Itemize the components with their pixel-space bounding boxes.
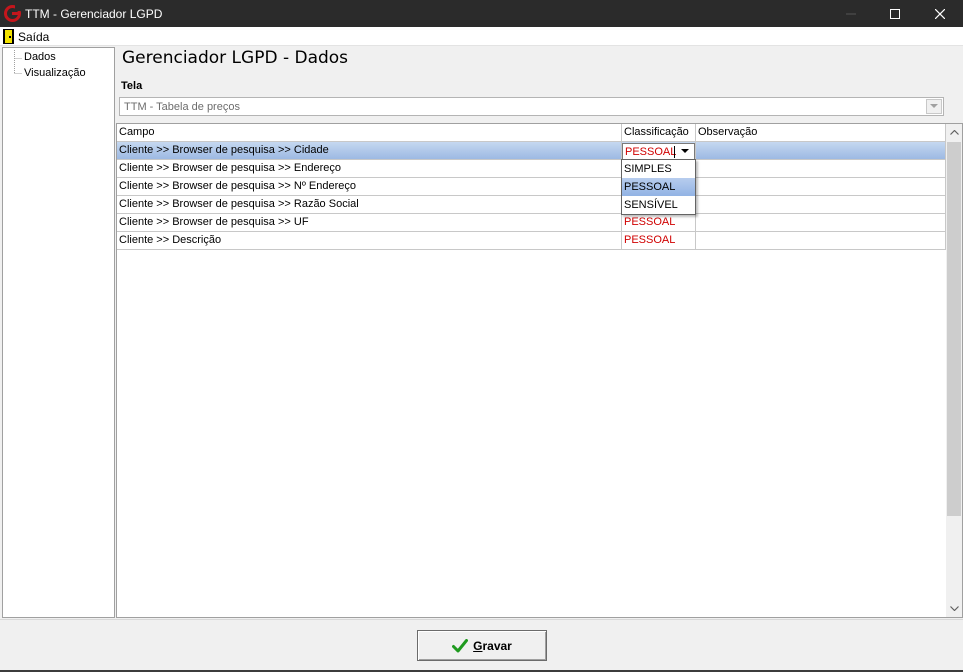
chevron-down-icon bbox=[930, 104, 938, 108]
menu-exit-label: Saída bbox=[18, 29, 50, 44]
cell-observacao[interactable] bbox=[696, 160, 946, 177]
app-logo-icon bbox=[4, 5, 21, 22]
minimize-icon bbox=[846, 13, 856, 14]
window-title: TTM - Gerenciador LGPD bbox=[25, 7, 163, 21]
cell-observacao[interactable] bbox=[696, 178, 946, 195]
cell-campo[interactable]: Cliente >> Descrição bbox=[117, 232, 622, 249]
page-title: Gerenciador LGPD - Dados bbox=[122, 48, 349, 68]
cell-campo[interactable]: Cliente >> Browser de pesquisa >> Razão … bbox=[117, 196, 622, 213]
screen-select[interactable]: TTM - Tabela de preços bbox=[119, 97, 944, 116]
maximize-icon bbox=[890, 8, 900, 19]
green-check-icon bbox=[452, 638, 469, 652]
table-row[interactable]: Cliente >> Descrição PESSOAL bbox=[117, 232, 946, 250]
fields-grid[interactable]: Campo Classificação Observação Cliente >… bbox=[116, 123, 963, 618]
scroll-up-button[interactable] bbox=[946, 124, 962, 141]
cell-classificacao[interactable]: PESSOAL bbox=[622, 232, 696, 249]
dropdown-option-simples[interactable]: SIMPLES bbox=[622, 160, 695, 178]
text-caret bbox=[674, 146, 675, 158]
table-row[interactable]: Cliente >> Browser de pesquisa >> Razão … bbox=[117, 196, 946, 214]
close-button[interactable] bbox=[918, 0, 962, 27]
save-button-label: Gravar bbox=[473, 638, 512, 653]
tree-connector-lines bbox=[14, 50, 22, 74]
footer-bar: Gravar bbox=[0, 619, 963, 672]
sidebar-tree: Dados Visualização bbox=[2, 47, 115, 618]
table-row[interactable]: Cliente >> Browser de pesquisa >> Cidade bbox=[117, 142, 946, 160]
menu-exit[interactable]: Saída bbox=[3, 28, 49, 45]
classification-editor[interactable]: PESSOAL bbox=[622, 143, 695, 160]
screen-select-dropdown-button[interactable] bbox=[926, 99, 942, 114]
cell-campo[interactable]: Cliente >> Browser de pesquisa >> Nº End… bbox=[117, 178, 622, 195]
chevron-down-icon bbox=[949, 606, 959, 611]
sidebar-item-visualizacao[interactable]: Visualização bbox=[24, 67, 86, 79]
cell-observacao[interactable] bbox=[696, 214, 946, 231]
dropdown-option-pessoal[interactable]: PESSOAL bbox=[622, 178, 695, 196]
column-header-campo[interactable]: Campo bbox=[117, 124, 622, 141]
menu-bar: Saída bbox=[0, 27, 963, 46]
chevron-down-icon bbox=[681, 149, 689, 153]
classification-editor-value: PESSOAL bbox=[625, 146, 677, 158]
cell-observacao[interactable] bbox=[696, 232, 946, 249]
classification-editor-dropdown-button[interactable] bbox=[677, 145, 693, 158]
column-header-observacao[interactable]: Observação bbox=[696, 124, 946, 141]
scrollbar-thumb[interactable] bbox=[947, 142, 961, 516]
scroll-down-button[interactable] bbox=[946, 600, 962, 617]
cell-observacao[interactable] bbox=[696, 196, 946, 213]
maximize-button[interactable] bbox=[873, 0, 917, 27]
sidebar-item-dados[interactable]: Dados bbox=[24, 51, 56, 63]
door-exit-icon bbox=[3, 29, 14, 44]
cell-campo[interactable]: Cliente >> Browser de pesquisa >> Cidade bbox=[117, 142, 622, 159]
cell-classificacao[interactable]: PESSOAL bbox=[622, 214, 696, 231]
grid-header: Campo Classificação Observação bbox=[117, 124, 946, 142]
close-icon bbox=[935, 8, 945, 19]
dropdown-option-sensivel[interactable]: SENSÍVEL bbox=[622, 196, 695, 214]
table-row[interactable]: Cliente >> Browser de pesquisa >> UF PES… bbox=[117, 214, 946, 232]
minimize-button[interactable] bbox=[829, 0, 873, 27]
cell-campo[interactable]: Cliente >> Browser de pesquisa >> Endere… bbox=[117, 160, 622, 177]
column-header-classificacao[interactable]: Classificação bbox=[622, 124, 696, 141]
cell-observacao[interactable] bbox=[696, 142, 946, 159]
table-row[interactable]: Cliente >> Browser de pesquisa >> Nº End… bbox=[117, 178, 946, 196]
cell-campo[interactable]: Cliente >> Browser de pesquisa >> UF bbox=[117, 214, 622, 231]
chevron-up-icon bbox=[949, 130, 959, 135]
screen-label: Tela bbox=[121, 80, 143, 92]
save-button[interactable]: Gravar bbox=[417, 630, 547, 661]
classification-dropdown-list[interactable]: SIMPLES PESSOAL SENSÍVEL bbox=[621, 159, 696, 215]
vertical-scrollbar[interactable] bbox=[946, 124, 962, 617]
title-bar: TTM - Gerenciador LGPD bbox=[0, 0, 963, 27]
screen-select-value: TTM - Tabela de preços bbox=[124, 101, 240, 113]
table-row[interactable]: Cliente >> Browser de pesquisa >> Endere… bbox=[117, 160, 946, 178]
